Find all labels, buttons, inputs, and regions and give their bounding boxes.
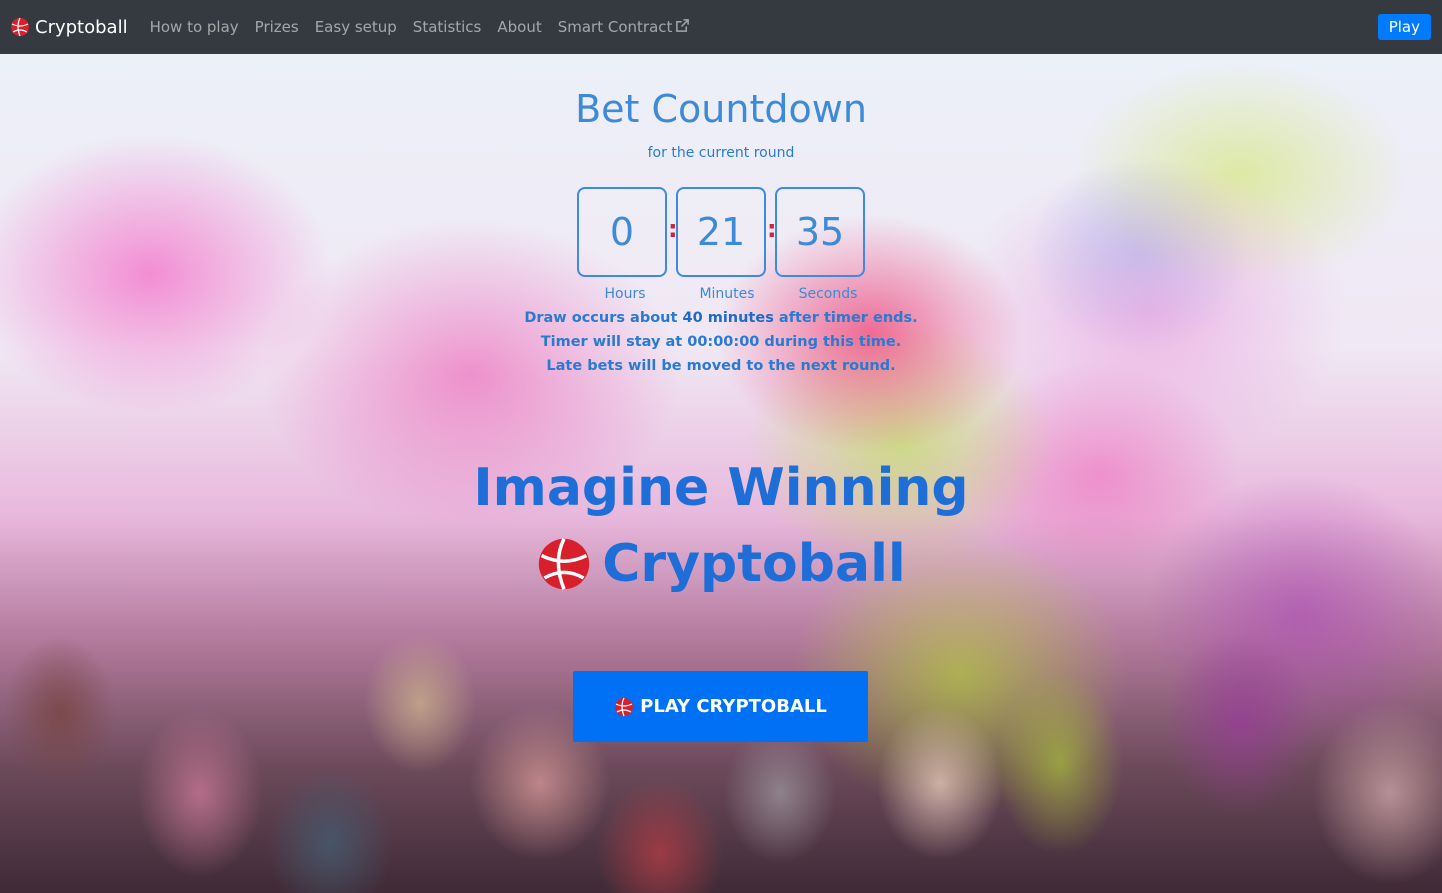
nav-about[interactable]: About — [497, 18, 541, 36]
cryptoball-logo-icon — [615, 697, 634, 716]
nav-smart-contract-label: Smart Contract — [557, 18, 673, 36]
nav-prizes[interactable]: Prizes — [255, 18, 299, 36]
minutes-label: Minutes — [699, 286, 755, 302]
external-link-icon — [676, 19, 690, 32]
brand-link[interactable]: Cryptoball — [10, 17, 128, 38]
countdown-timer: 0 : 21 : 35 — [577, 187, 867, 277]
hero-brand: Cryptoball — [0, 534, 1442, 594]
hours-label: Hours — [604, 286, 646, 302]
draw-note-duration: 40 minutes — [682, 310, 774, 326]
timer-note: Timer will stay at 00:00:00 during this … — [540, 334, 902, 350]
minutes-box: 21 — [676, 187, 766, 277]
hours-box: 0 — [577, 187, 667, 277]
brand-name: Cryptoball — [35, 16, 128, 38]
draw-note: Draw occurs about 40 minutes after timer… — [0, 310, 1442, 326]
hero-brand-name: Cryptoball — [602, 534, 906, 594]
countdown-subtitle: for the current round — [647, 145, 795, 161]
seconds-label: Seconds — [798, 286, 858, 302]
countdown-title: Bet Countdown — [575, 87, 867, 131]
nav-how-to-play[interactable]: How to play — [150, 18, 239, 36]
cryptoball-logo-icon — [539, 538, 590, 590]
play-cryptoball-button[interactable]: PLAY CRYPTOBALL — [573, 671, 868, 742]
seconds-box: 35 — [775, 187, 865, 277]
late-bets-note: Late bets will be moved to the next roun… — [546, 358, 896, 374]
nav-statistics[interactable]: Statistics — [413, 18, 482, 36]
nav-smart-contract[interactable]: Smart Contract — [558, 18, 691, 36]
nav-links: How to play Prizes Easy setup Statistics… — [142, 18, 699, 36]
navbar: Cryptoball How to play Prizes Easy setup… — [0, 0, 1442, 54]
nav-play-button[interactable]: Play — [1377, 14, 1431, 40]
play-cryptoball-label: PLAY CRYPTOBALL — [640, 696, 827, 717]
draw-note-prefix: Draw occurs about — [524, 310, 678, 326]
draw-note-suffix: after timer ends. — [778, 310, 918, 326]
nav-easy-setup[interactable]: Easy setup — [315, 18, 397, 36]
cryptoball-logo-icon — [11, 17, 29, 37]
hero-headline: Imagine Winning — [473, 458, 969, 518]
